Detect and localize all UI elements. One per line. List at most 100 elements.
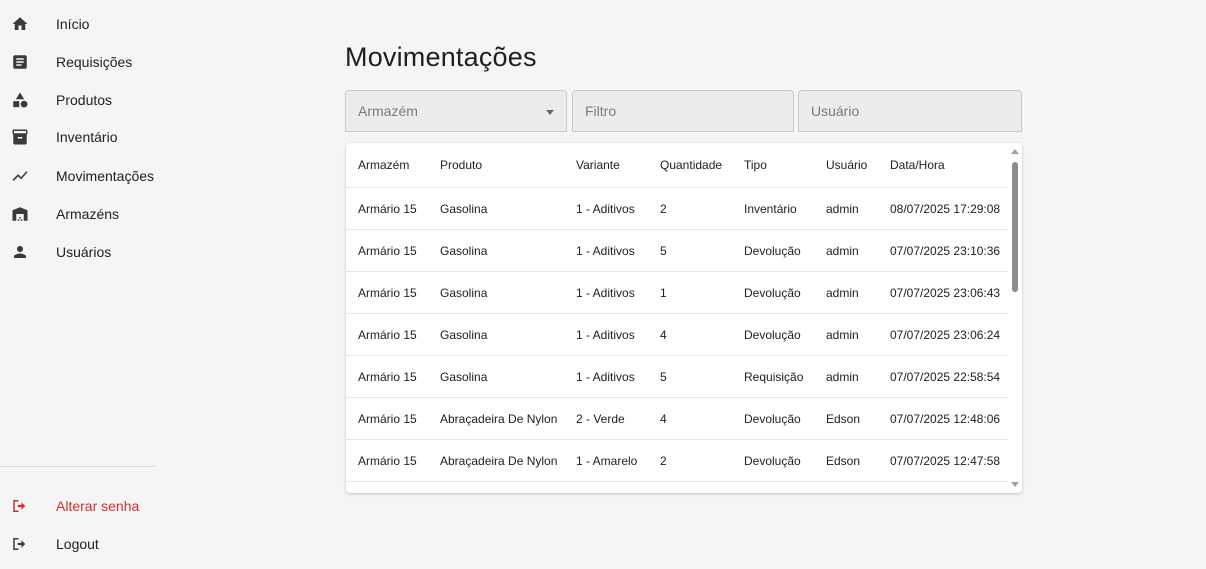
filter-input[interactable] [573, 91, 793, 131]
column-header[interactable]: Variante [564, 143, 648, 188]
sidebar-item-label: Logout [56, 536, 99, 552]
table-cell: 5 [648, 229, 732, 272]
table-cell: Devolução [732, 439, 814, 482]
scroll-down-arrow-icon[interactable] [1011, 482, 1019, 487]
table-row[interactable] [346, 481, 1008, 493]
table-cell: Edson [814, 397, 878, 440]
column-header[interactable]: Data/Hora [878, 143, 1008, 188]
table-row[interactable]: Armário 15 Gasolina 1 - Aditivos 5 Requi… [346, 355, 1008, 398]
table-cell: Devolução [732, 313, 814, 356]
table-cell: 1 - Aditivos [564, 271, 648, 314]
column-header[interactable]: Tipo [732, 143, 814, 188]
table-cell: Armário 15 [346, 229, 428, 272]
document-icon [11, 53, 29, 71]
table-cell: Devolução [732, 229, 814, 272]
table-cell: 07/07/2025 23:06:43 [878, 271, 1008, 314]
table-cell: Inventário [732, 187, 814, 230]
table-header-row: Armazém Produto Variante Quantidade Tipo… [346, 143, 1008, 188]
table-cell: Devolução [732, 271, 814, 314]
shapes-icon [11, 91, 29, 109]
table-row[interactable]: Armário 15 Gasolina 1 - Aditivos 2 Inven… [346, 187, 1008, 230]
logout-button[interactable]: Logout [0, 526, 158, 562]
movements-table-card: Armazém Produto Variante Quantidade Tipo… [346, 143, 1022, 493]
table-cell: 07/07/2025 22:58:54 [878, 355, 1008, 398]
table-cell: Gasolina [428, 313, 564, 356]
logout-icon [11, 497, 29, 515]
table-row[interactable]: Armário 15 Gasolina 1 - Aditivos 5 Devol… [346, 229, 1008, 272]
table-cell: 07/07/2025 12:48:06 [878, 397, 1008, 440]
user-field[interactable] [798, 90, 1022, 132]
table-cell: admin [814, 187, 878, 230]
table-cell: Gasolina [428, 229, 564, 272]
page-title: Movimentações [345, 42, 537, 72]
chevron-down-icon [546, 110, 554, 115]
sidebar-item-requisicoes[interactable]: Requisições [0, 44, 158, 80]
table-cell: 5 [648, 355, 732, 398]
table-cell: 4 [648, 397, 732, 440]
column-header[interactable]: Armazém [346, 143, 428, 188]
table-row[interactable]: Armário 15 Abraçadeira De Nylon 2 - Verd… [346, 397, 1008, 440]
table-cell: Armário 15 [346, 271, 428, 314]
armazem-select[interactable]: Armazém [345, 90, 567, 132]
user-input[interactable] [799, 91, 1021, 131]
table-cell: 1 - Aditivos [564, 229, 648, 272]
table-cell: 07/07/2025 23:10:36 [878, 229, 1008, 272]
table-cell: 2 - Verde [564, 397, 648, 440]
logout-icon [11, 535, 29, 553]
table-scrollbar[interactable] [1008, 143, 1022, 493]
table-cell: Edson [814, 439, 878, 482]
table-cell: 07/07/2025 23:06:24 [878, 313, 1008, 356]
table-cell: Armário 15 [346, 187, 428, 230]
table-cell: Requisição [732, 355, 814, 398]
movements-table: Armazém Produto Variante Quantidade Tipo… [346, 143, 1008, 493]
sidebar-item-usuarios[interactable]: Usuários [0, 234, 158, 270]
scroll-up-arrow-icon[interactable] [1011, 149, 1019, 154]
table-cell: 1 - Aditivos [564, 355, 648, 398]
person-icon [11, 243, 29, 261]
sidebar-item-label: Produtos [56, 92, 113, 108]
sidebar-item-inicio[interactable]: Início [0, 6, 158, 42]
table-cell: Gasolina [428, 187, 564, 230]
sidebar-item-produtos[interactable]: Produtos [0, 82, 158, 118]
table-cell: Armário 15 [346, 439, 428, 482]
table-cell: 07/07/2025 12:47:58 [878, 439, 1008, 482]
filter-field[interactable] [572, 90, 794, 132]
table-cell: admin [814, 313, 878, 356]
table-cell: 1 [648, 271, 732, 314]
scrollbar-thumb[interactable] [1012, 162, 1018, 292]
sidebar-item-label: Início [56, 16, 90, 32]
column-header[interactable]: Produto [428, 143, 564, 188]
table-cell: admin [814, 271, 878, 314]
table-cell: Armário 15 [346, 355, 428, 398]
table-row[interactable]: Armário 15 Gasolina 1 - Aditivos 1 Devol… [346, 271, 1008, 314]
sidebar-item-armazens[interactable]: Armazéns [0, 196, 158, 232]
table-row[interactable]: Armário 15 Abraçadeira De Nylon 1 - Amar… [346, 439, 1008, 482]
table-cell: 2 [648, 439, 732, 482]
table-cell: Gasolina [428, 355, 564, 398]
table-cell: 1 - Aditivos [564, 187, 648, 230]
table-cell: Devolução [732, 397, 814, 440]
change-password-button[interactable]: Alterar senha [0, 488, 158, 524]
sidebar-item-label: Usuários [56, 244, 112, 260]
column-header[interactable]: Quantidade [648, 143, 732, 188]
table-cell: 1 - Amarelo [564, 439, 648, 482]
armazem-select-value: Armazém [358, 103, 418, 119]
sidebar-item-label: Alterar senha [56, 498, 140, 514]
sidebar-item-inventario[interactable]: Inventário [0, 119, 158, 155]
sidebar-item-movimentacoes[interactable]: Movimentações [0, 158, 158, 194]
sidebar-item-label: Armazéns [56, 206, 120, 222]
table-cell: admin [814, 229, 878, 272]
warehouse-icon [11, 205, 29, 223]
sidebar-divider [0, 466, 156, 467]
sidebar-item-label: Requisições [56, 54, 133, 70]
sidebar-item-label: Movimentações [56, 168, 155, 184]
table-cell: Abraçadeira De Nylon [428, 397, 564, 440]
column-header[interactable]: Usuário [814, 143, 878, 188]
table-cell: Abraçadeira De Nylon [428, 439, 564, 482]
table-cell [346, 481, 1008, 493]
sidebar-item-label: Inventário [56, 129, 118, 145]
table-row[interactable]: Armário 15 Gasolina 1 - Aditivos 4 Devol… [346, 313, 1008, 356]
sidebar: Início Requisições Produtos Inventário M… [0, 0, 158, 569]
table-cell: admin [814, 355, 878, 398]
table-cell: 2 [648, 187, 732, 230]
